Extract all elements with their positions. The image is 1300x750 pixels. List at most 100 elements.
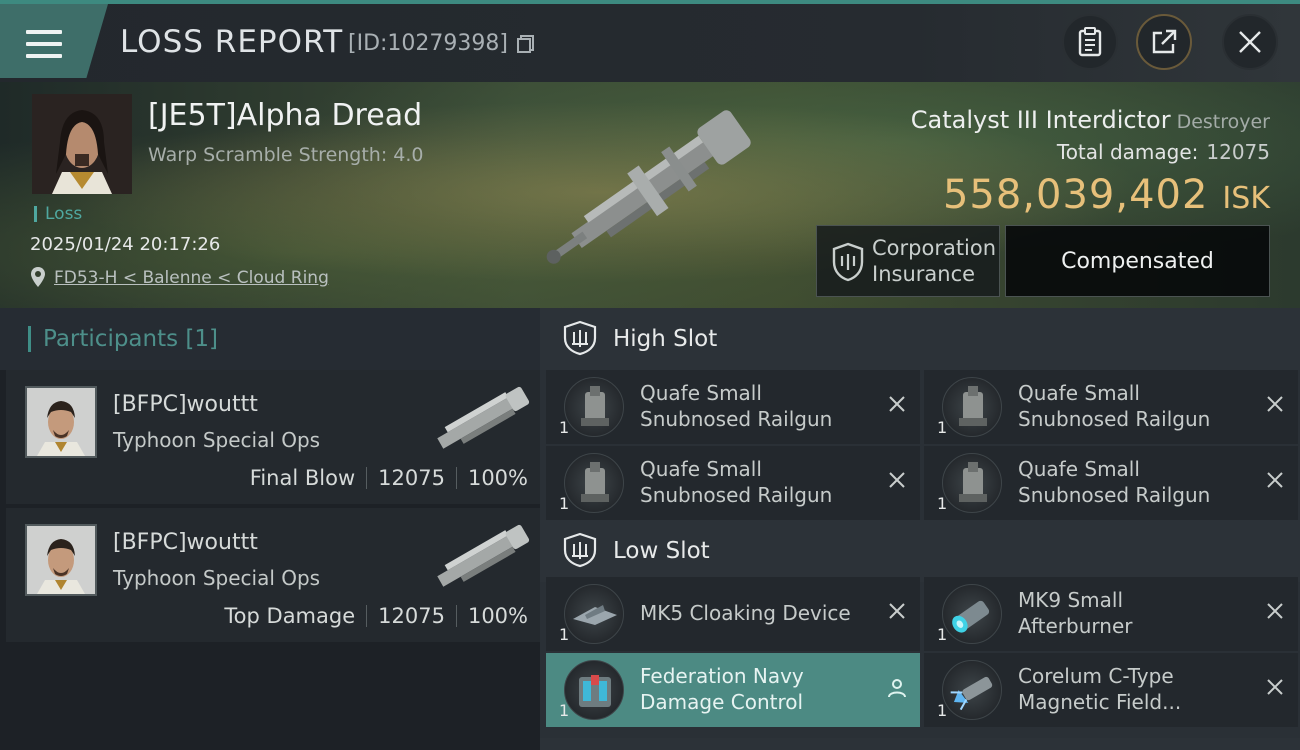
total-damage: Total damage: 12075	[1057, 140, 1270, 164]
participant-ship: Typhoon Special Ops	[113, 428, 321, 452]
module-quantity: 1	[937, 494, 948, 513]
module-item[interactable]: 1 Quafe Small Snubnosed Railgun	[924, 370, 1298, 444]
destroyed-x-icon	[1267, 472, 1283, 488]
high-slot-title: High Slot	[613, 326, 718, 352]
low-slot-title: Low Slot	[613, 538, 710, 564]
low-slot-icon	[563, 532, 597, 568]
module-item[interactable]: 1 Quafe Small Snubnosed Railgun	[924, 446, 1298, 520]
insurance-shield-icon	[832, 242, 864, 282]
high-slot-header: High Slot	[540, 308, 1300, 370]
module-quantity: 1	[559, 625, 570, 644]
top-bar: LOSS REPORT [ID:10279398]	[0, 0, 1300, 82]
magnetic-field-stabilizer-icon	[942, 660, 1002, 720]
module-quantity: 1	[937, 701, 948, 720]
module-item[interactable]: 1 Corelum C-Type Magnetic Field...	[924, 653, 1298, 727]
copy-icon[interactable]	[516, 34, 536, 54]
railgun-module-icon	[564, 453, 624, 513]
module-name-line1: MK9 Small	[1018, 588, 1123, 612]
insurance-label-line2: Insurance	[872, 262, 976, 286]
module-name-line2: Snubnosed Railgun	[640, 407, 833, 431]
participant-avatar	[25, 386, 97, 458]
module-name: Quafe Small Snubnosed Railgun	[1018, 380, 1210, 432]
menu-button[interactable]	[0, 4, 108, 78]
destroyed-x-icon	[1267, 603, 1283, 619]
dropped-user-icon	[888, 679, 906, 698]
participant-stats: Final Blow 12075 100%	[250, 466, 528, 490]
close-button[interactable]	[1222, 14, 1278, 70]
low-slot-header: Low Slot	[540, 520, 1300, 582]
module-name-line2: Snubnosed Railgun	[1018, 407, 1211, 431]
participant-card[interactable]: [BFPC]wouttt Typhoon Special Ops Final B…	[6, 370, 540, 504]
module-quantity: 1	[559, 418, 570, 437]
isk-value: 558,039,402	[942, 172, 1209, 218]
victim-portrait[interactable]	[32, 94, 132, 194]
clipboard-icon	[1078, 27, 1102, 57]
module-name: MK5 Cloaking Device	[640, 600, 851, 626]
module-name-line1: Quafe Small	[1018, 381, 1140, 405]
location-link[interactable]: FD53-H < Balenne < Cloud Ring	[54, 268, 329, 288]
participant-role: Final Blow	[249, 466, 356, 490]
module-name-line1: Corelum C-Type	[1018, 664, 1174, 688]
corporation-insurance[interactable]: Corporation Insurance	[816, 225, 1000, 297]
insurance-label-line1: Corporation	[872, 236, 997, 260]
participant-ship-image	[437, 386, 530, 449]
participant-name: [BFPC]wouttt	[113, 530, 258, 555]
module-name: Federation Navy Damage Control	[640, 663, 804, 715]
participant-damage: 12075	[378, 466, 445, 490]
participant-ship-image	[437, 524, 530, 587]
railgun-module-icon	[942, 453, 1002, 513]
menu-icon	[26, 30, 62, 58]
participant-name: [BFPC]wouttt	[113, 392, 258, 417]
insurance-status: Compensated	[1005, 225, 1270, 297]
total-damage-label: Total damage:	[1056, 140, 1199, 164]
module-name-line2: Afterburner	[1018, 614, 1133, 638]
module-name: Quafe Small Snubnosed Railgun	[1018, 456, 1210, 508]
victim-ship: Catalyst III Interdictor Destroyer	[911, 106, 1270, 134]
destroyed-x-icon	[1267, 679, 1283, 695]
destroyed-x-icon	[889, 603, 905, 619]
participant-card[interactable]: [BFPC]wouttt Typhoon Special Ops Top Dam…	[6, 508, 540, 642]
module-quantity: 1	[559, 701, 570, 720]
warp-scramble-strength: Warp Scramble Strength: 4.0	[148, 144, 424, 166]
damage-control-icon	[564, 660, 624, 720]
participant-stats: Top Damage 12075 100%	[224, 604, 528, 628]
module-name: MK9 Small Afterburner	[1018, 587, 1132, 639]
module-item[interactable]: 1 Quafe Small Snubnosed Railgun	[546, 370, 920, 444]
share-button[interactable]	[1136, 14, 1192, 70]
destroyed-x-icon	[889, 472, 905, 488]
isk-unit: ISK	[1222, 181, 1270, 216]
railgun-module-icon	[942, 377, 1002, 437]
participant-avatar	[25, 524, 97, 596]
victim-avatar	[32, 94, 132, 194]
victim-ship-image	[546, 110, 751, 264]
page-title: LOSS REPORT	[120, 24, 344, 60]
module-name-line2: Snubnosed Railgun	[640, 483, 833, 507]
module-name-line1: Quafe Small	[640, 381, 762, 405]
cloaking-device-icon	[564, 584, 624, 644]
isk-value-row: 558,039,402 ISK	[943, 172, 1270, 218]
module-item-dropped[interactable]: 1 Federation Navy Damage Control	[546, 653, 920, 727]
participant-ship: Typhoon Special Ops	[113, 566, 321, 590]
module-name-line1: MK5 Cloaking Device	[640, 601, 851, 625]
insurance-label: Corporation Insurance	[872, 235, 996, 287]
module-name: Quafe Small Snubnosed Railgun	[640, 456, 832, 508]
module-item[interactable]: 1 MK5 Cloaking Device	[546, 577, 920, 651]
module-quantity: 1	[559, 494, 570, 513]
ship-class: Destroyer	[1176, 111, 1270, 133]
module-name-line2: Magnetic Field...	[1018, 690, 1182, 714]
module-name-line1: Quafe Small	[640, 457, 762, 481]
participants-title: Participants [1]	[28, 326, 218, 352]
participants-panel: Participants [1] [BFPC]wouttt Typhoon Sp…	[0, 308, 540, 750]
destroyed-x-icon	[1267, 396, 1283, 412]
module-item[interactable]: 1 MK9 Small Afterburner	[924, 577, 1298, 651]
clipboard-button[interactable]	[1062, 14, 1118, 70]
module-item[interactable]: 1 Quafe Small Snubnosed Railgun	[546, 446, 920, 520]
module-name: Corelum C-Type Magnetic Field...	[1018, 663, 1181, 715]
afterburner-icon	[942, 584, 1002, 644]
module-name-line2: Snubnosed Railgun	[1018, 483, 1211, 507]
module-quantity: 1	[937, 418, 948, 437]
victim-name: [JE5T]Alpha Dread	[148, 98, 423, 133]
location-pin-icon	[31, 267, 45, 287]
module-quantity: 1	[937, 625, 948, 644]
fitting-panel: High Slot 1 Quafe Small Snubnosed Railgu…	[540, 308, 1300, 750]
